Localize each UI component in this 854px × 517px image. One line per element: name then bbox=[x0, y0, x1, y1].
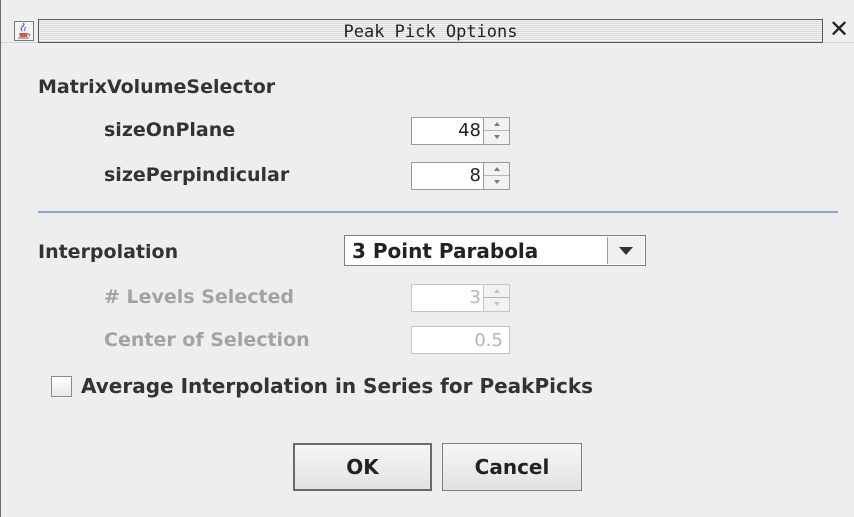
center-of-selection-field: 0.5 bbox=[411, 326, 510, 354]
size-perpendicular-spinner[interactable]: 8 bbox=[411, 162, 510, 190]
size-on-plane-label: sizeOnPlane bbox=[104, 119, 236, 141]
title-bar[interactable]: Peak Pick Options ✕ bbox=[1, 0, 854, 43]
center-of-selection-label: Center of Selection bbox=[104, 329, 310, 351]
size-perpendicular-label: sizePerpindicular bbox=[104, 164, 290, 186]
window-title: Peak Pick Options bbox=[343, 22, 518, 42]
section-separator bbox=[38, 211, 838, 213]
increment-button bbox=[484, 285, 509, 298]
increment-button[interactable] bbox=[484, 118, 509, 131]
arrow-up-icon bbox=[494, 167, 500, 171]
cancel-button[interactable]: Cancel bbox=[442, 443, 582, 491]
arrow-up-icon bbox=[494, 289, 500, 293]
interpolation-selected: 3 Point Parabola bbox=[352, 239, 539, 263]
ok-button[interactable]: OK bbox=[293, 443, 432, 491]
arrow-down-icon bbox=[494, 135, 500, 139]
java-cup-icon[interactable] bbox=[14, 21, 34, 41]
spinner-buttons bbox=[483, 163, 509, 189]
title-field: Peak Pick Options bbox=[38, 19, 823, 43]
interpolation-label: Interpolation bbox=[38, 241, 179, 263]
spinner-buttons bbox=[483, 118, 509, 144]
size-on-plane-spinner[interactable]: 48 bbox=[411, 117, 510, 145]
arrow-down-icon bbox=[494, 302, 500, 306]
increment-button[interactable] bbox=[484, 163, 509, 176]
matrix-volume-selector-heading: MatrixVolumeSelector bbox=[38, 76, 276, 98]
center-of-selection-value: 0.5 bbox=[474, 330, 503, 351]
peak-pick-options-dialog: Peak Pick Options ✕ MatrixVolumeSelector… bbox=[0, 0, 854, 517]
chevron-down-icon bbox=[619, 247, 633, 255]
levels-selected-spinner: 3 bbox=[411, 284, 510, 312]
average-interpolation-label[interactable]: Average Interpolation in Series for Peak… bbox=[81, 374, 593, 398]
decrement-button bbox=[484, 298, 509, 311]
decrement-button[interactable] bbox=[484, 176, 509, 189]
arrow-up-icon bbox=[494, 122, 500, 126]
average-interpolation-checkbox[interactable] bbox=[51, 376, 72, 397]
decrement-button[interactable] bbox=[484, 131, 509, 144]
spinner-buttons bbox=[483, 285, 509, 311]
close-icon[interactable]: ✕ bbox=[829, 16, 853, 42]
combo-dropdown-button[interactable] bbox=[607, 237, 644, 264]
interpolation-combo[interactable]: 3 Point Parabola bbox=[344, 235, 646, 266]
size-perpendicular-value[interactable]: 8 bbox=[470, 165, 481, 186]
arrow-down-icon bbox=[494, 180, 500, 184]
size-on-plane-value[interactable]: 48 bbox=[458, 120, 481, 141]
levels-selected-label: # Levels Selected bbox=[104, 286, 295, 308]
levels-selected-value: 3 bbox=[469, 287, 481, 308]
